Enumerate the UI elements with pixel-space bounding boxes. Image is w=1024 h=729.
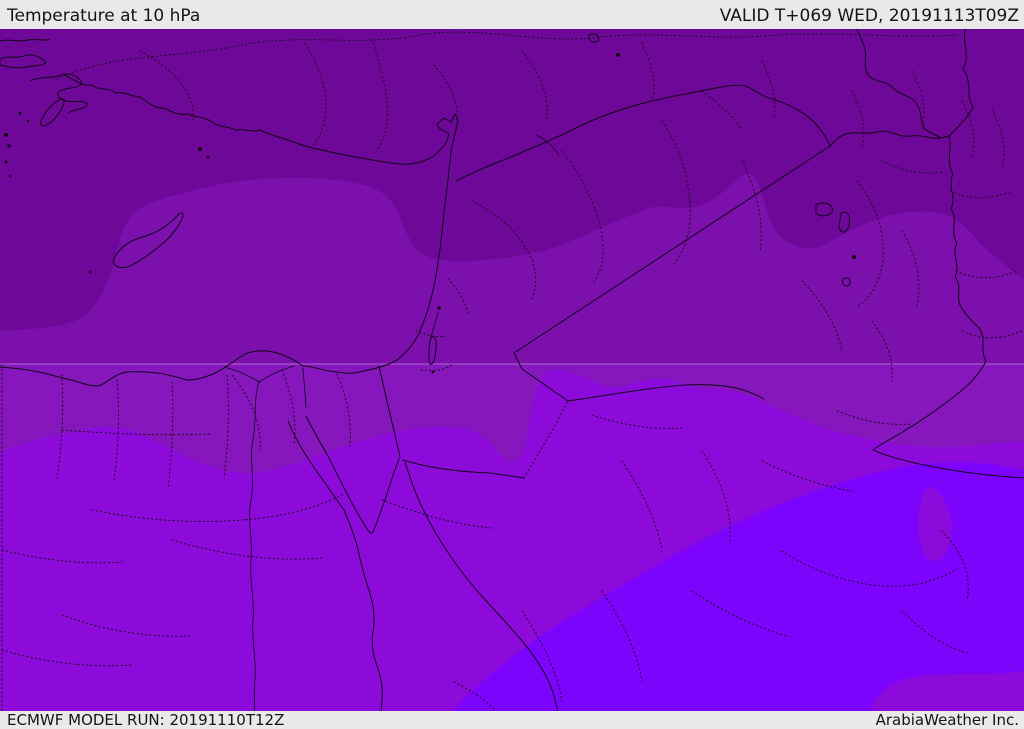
temperature-bands: [0, 29, 1024, 711]
anatolia-lake: [206, 155, 210, 159]
aegean-islet: [7, 144, 11, 148]
weather-map-window: Temperature at 10 hPa VALID T+069 WED, 2…: [0, 0, 1024, 729]
dead-sea-south-lobe: [431, 370, 435, 374]
aegean-islet: [4, 133, 8, 137]
aegean-islet: [26, 119, 30, 123]
map-header-bar: Temperature at 10 hPa VALID T+069 WED, 2…: [0, 0, 1024, 29]
anatolia-lake: [616, 53, 620, 57]
valid-time-label: VALID T+069 WED, 20191113T09Z: [719, 6, 1019, 26]
map-footer-bar: ECMWF MODEL RUN: 20191110T12Z ArabiaWeat…: [0, 711, 1024, 729]
aegean-islet: [18, 111, 22, 115]
aegean-islet: [8, 174, 12, 178]
credit-label: ArabiaWeather Inc.: [875, 710, 1019, 729]
model-run-label: ECMWF MODEL RUN: 20191110T12Z: [7, 710, 285, 729]
cyprus-islet: [88, 270, 92, 274]
small-lake: [852, 255, 856, 259]
anatolia-lake: [198, 147, 202, 151]
map-canvas: [0, 29, 1024, 711]
aegean-islet: [4, 160, 8, 164]
sea-of-galilee: [437, 306, 441, 310]
map-title: Temperature at 10 hPa: [7, 6, 201, 26]
forecast-map: [0, 29, 1024, 711]
